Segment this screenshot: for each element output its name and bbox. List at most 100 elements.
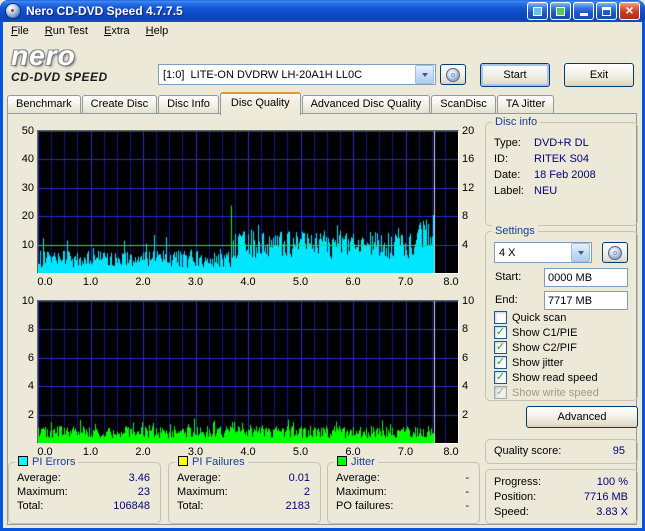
y2-axis-tick-6: 6 bbox=[462, 351, 469, 364]
menu-bar: File Run Test Extra Help bbox=[3, 22, 642, 41]
jitter-row-maximum: Maximum: - bbox=[336, 486, 469, 500]
pi-errors-plot bbox=[37, 130, 459, 274]
pi-failures-canvas bbox=[38, 301, 458, 443]
progress-row-progress: Progress: 100 % bbox=[494, 476, 628, 491]
pi-errors-row-total: Total: 106848 bbox=[17, 500, 150, 514]
pi-failures-rows: Average: 0.01 Maximum: 2 Total: 2183 bbox=[177, 472, 310, 514]
x-axis-tick-1-0: 1.0 bbox=[82, 276, 99, 288]
jitter-row-average: Average: - bbox=[336, 472, 469, 486]
menu-file[interactable]: File bbox=[3, 22, 37, 40]
jitter-value-po-failures: - bbox=[465, 500, 469, 512]
pi-errors-label-maximum: Maximum: bbox=[17, 486, 68, 498]
exit-button[interactable]: Exit bbox=[564, 63, 634, 87]
pi-failures-row-average: Average: 0.01 bbox=[177, 472, 310, 486]
show-jitter-checkbox[interactable]: ✓ bbox=[494, 356, 507, 369]
x-axis-tick-0-0: 0.0 bbox=[37, 276, 53, 288]
start-input[interactable] bbox=[544, 268, 628, 287]
pi-failures-title: PI Failures bbox=[175, 456, 248, 468]
titlebar-extra-button-2[interactable] bbox=[550, 2, 571, 20]
x-axis-tick-5-0: 5.0 bbox=[292, 446, 309, 458]
menu-help[interactable]: Help bbox=[138, 22, 177, 40]
progress-panel: Progress: 100 % Position: 7716 MB Speed: 3.83… bbox=[485, 469, 638, 524]
checkbox-show-c1-pie[interactable]: ✓ Show C1/PIE bbox=[494, 325, 633, 340]
x-axis-tick-2-0: 2.0 bbox=[135, 276, 151, 288]
tab-disc-info[interactable]: Disc Info bbox=[158, 95, 219, 113]
x-axis-tick-4-0: 4.0 bbox=[240, 276, 256, 288]
disc-info-row-date: Date: 18 Feb 2008 bbox=[494, 169, 631, 185]
stats-panel-pi-failures: PI Failures Average: 0.01 Maximum: 2 Total: 21… bbox=[168, 456, 321, 524]
refresh-disc-button[interactable] bbox=[602, 242, 628, 263]
show-read-speed-label: Show read speed bbox=[512, 371, 598, 384]
show-c1-pie-checkbox[interactable]: ✓ bbox=[494, 326, 507, 339]
progress-value-progress: 100 % bbox=[596, 476, 628, 488]
checkbox-show-jitter[interactable]: ✓ Show jitter bbox=[494, 355, 633, 370]
titlebar-extra-button-1[interactable] bbox=[527, 2, 548, 20]
jitter-row-po-failures: PO failures: - bbox=[336, 500, 469, 514]
speed-select-arrow[interactable] bbox=[571, 243, 590, 262]
pi-failures-plot bbox=[37, 300, 459, 444]
jitter-label-maximum: Maximum: bbox=[336, 486, 387, 498]
x-axis-tick-8-0: 8.0 bbox=[443, 446, 459, 458]
end-input[interactable] bbox=[544, 291, 628, 310]
drive-select-arrow[interactable] bbox=[415, 65, 434, 84]
progress-row-position: Position: 7716 MB bbox=[494, 491, 628, 506]
disc-refresh-icon bbox=[608, 245, 622, 260]
checkbox-show-c2-pif[interactable]: ✓ Show C2/PIF bbox=[494, 340, 633, 355]
titlebar-buttons: × bbox=[527, 2, 640, 20]
client-area: File Run Test Extra Help nero CD-DVD SPEED … bbox=[3, 22, 642, 528]
disc-info-label-id: ID: bbox=[494, 153, 509, 165]
y-axis-tick-30: 30 bbox=[21, 181, 34, 194]
tab-benchmark[interactable]: Benchmark bbox=[7, 95, 81, 113]
show-read-speed-checkbox[interactable]: ✓ bbox=[494, 371, 507, 384]
disc-info-label-label: Label: bbox=[494, 185, 524, 197]
start-button[interactable]: Start bbox=[480, 63, 550, 87]
y2-axis-tick-8: 8 bbox=[462, 210, 469, 223]
maximize-button[interactable] bbox=[596, 2, 617, 20]
disc-info-label-date: Date: bbox=[494, 169, 521, 181]
tab-scandisc[interactable]: ScanDisc bbox=[431, 95, 496, 113]
drive-eject-button[interactable] bbox=[440, 64, 466, 85]
show-c2-pif-checkbox[interactable]: ✓ bbox=[494, 341, 507, 354]
start-field-label: Start: bbox=[495, 271, 522, 283]
chevron-down-icon bbox=[577, 250, 584, 255]
menu-run-test[interactable]: Run Test bbox=[37, 22, 96, 40]
progress-value-position: 7716 MB bbox=[583, 491, 628, 503]
checkbox-show-read-speed[interactable]: ✓ Show read speed bbox=[494, 370, 633, 385]
show-c1-pie-label: Show C1/PIE bbox=[512, 326, 578, 339]
y-axis-tick-20: 20 bbox=[21, 210, 34, 223]
settings-panel: Settings 4 X Start: End: Quick scan ✓ Show… bbox=[485, 225, 638, 401]
x-axis-tick-3-0: 3.0 bbox=[187, 276, 204, 288]
speed-select[interactable]: 4 X bbox=[494, 242, 592, 263]
progress-label-progress: Progress: bbox=[494, 476, 542, 488]
advanced-button[interactable]: Advanced bbox=[526, 406, 638, 428]
x-axis-tick-2-0: 2.0 bbox=[135, 446, 151, 458]
close-button[interactable]: × bbox=[619, 2, 640, 20]
y-axis-tick-10: 10 bbox=[21, 295, 34, 307]
close-icon: × bbox=[625, 2, 634, 18]
tab-disc-quality[interactable]: Disc Quality bbox=[219, 92, 301, 115]
y-axis-tick-8: 8 bbox=[27, 323, 34, 336]
progress-value-speed: 3.83 X bbox=[596, 506, 628, 518]
speed-select-value: 4 X bbox=[499, 246, 516, 259]
quick-scan-checkbox[interactable] bbox=[494, 311, 507, 324]
progress-row-speed: Speed: 3.83 X bbox=[494, 506, 628, 521]
disc-info-title: Disc info bbox=[492, 116, 541, 128]
tab-advanced-disc-quality[interactable]: Advanced Disc Quality bbox=[301, 95, 431, 113]
y-axis-tick-4: 4 bbox=[27, 380, 34, 393]
checkbox-quick-scan[interactable]: Quick scan bbox=[494, 310, 633, 325]
minimize-button[interactable] bbox=[573, 2, 594, 20]
drive-select[interactable]: [1:0] LITE-ON DVDRW LH-20A1H LL0C bbox=[158, 64, 436, 85]
quality-score-value: 95 bbox=[612, 445, 625, 457]
tab-strip: Benchmark Create Disc Disc Info Disc Qualit… bbox=[7, 92, 555, 115]
jitter-label-po-failures: PO failures: bbox=[336, 500, 394, 512]
y-axis-tick-2: 2 bbox=[27, 408, 34, 421]
tab-create-disc[interactable]: Create Disc bbox=[81, 95, 158, 113]
y2-axis-tick-4: 4 bbox=[462, 238, 469, 251]
disc-icon bbox=[446, 67, 460, 82]
logo-sub-text: CD-DVD SPEED bbox=[11, 70, 108, 84]
menu-extra[interactable]: Extra bbox=[96, 22, 138, 40]
charts-area: 50 40 30 20 10 20 16 12 8 4 0.0 1.0 2.0 3.0 4.0 5.0 6.0 7… bbox=[11, 122, 487, 460]
stats-panel-jitter: Jitter Average: - Maximum: - PO failures: - bbox=[327, 456, 480, 524]
tab-ta-jitter[interactable]: TA Jitter bbox=[496, 95, 555, 113]
titlebar[interactable]: Nero CD-DVD Speed 4.7.7.5 × bbox=[0, 0, 645, 22]
